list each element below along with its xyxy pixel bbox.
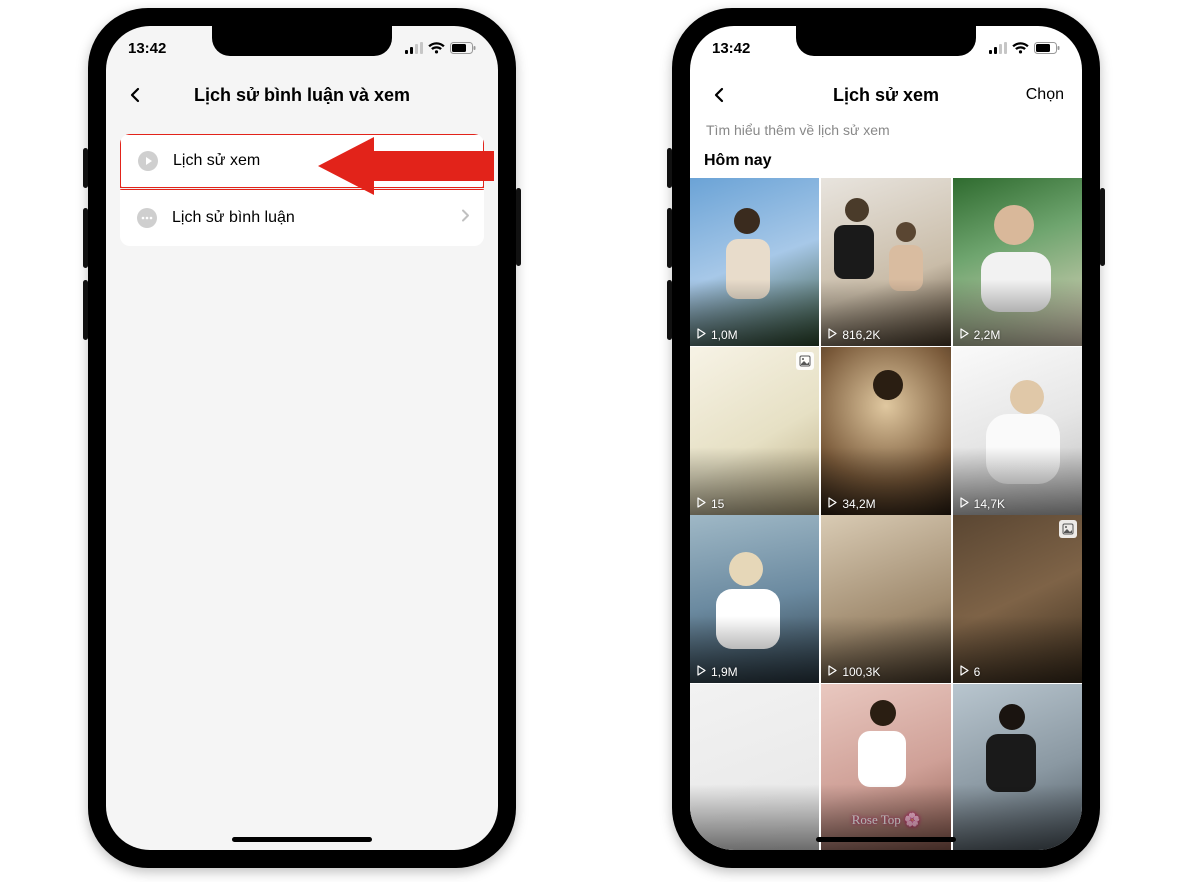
cellular-signal-icon [989,42,1007,54]
video-thumbnail[interactable]: 1,9M [690,515,819,683]
video-thumbnail[interactable] [690,684,819,851]
wifi-icon [428,42,445,54]
menu-item-label: Lịch sử xem [173,152,260,170]
select-button-label: Chọn [1026,86,1064,103]
play-outline-icon [696,665,707,679]
image-post-badge-icon [796,352,814,370]
video-thumbnail[interactable]: 15 [690,347,819,515]
battery-icon [450,42,476,54]
cellular-signal-icon [405,42,423,54]
back-button[interactable] [704,80,734,110]
annotation-arrow-icon [318,133,498,199]
play-outline-icon [959,328,970,342]
view-count: 1,9M [696,665,738,679]
play-outline-icon [827,665,838,679]
wifi-icon [1012,42,1029,54]
info-banner-label: Tìm hiểu thêm về lịch sử xem [706,122,890,138]
clock: 13:42 [712,40,750,57]
comment-icon [136,207,158,229]
notch [212,26,392,56]
play-outline-icon [959,497,970,511]
video-thumbnail[interactable]: 2,2M [953,178,1082,346]
view-count-value: 15 [711,497,724,511]
video-thumbnail[interactable]: 816,2K [821,178,950,346]
screen-right: 13:42 Lịch sử xem [690,26,1082,850]
video-history-grid: 1,0M 816,2K 2,2M 15 34,2M 14,7K 1,9M 100,3K 6 Ros… [690,178,1082,850]
home-indicator[interactable] [232,837,372,842]
clock: 13:42 [128,40,166,57]
info-banner[interactable]: Tìm hiểu thêm về lịch sử xem [706,122,890,138]
view-count-value: 1,9M [711,665,738,679]
view-count: 2,2M [959,328,1001,342]
section-heading-today: Hôm nay [704,152,772,170]
video-thumbnail[interactable]: 1,0M [690,178,819,346]
page-title: Lịch sử bình luận và xem [194,85,410,106]
video-thumbnail[interactable] [953,684,1082,851]
phone-mock-right: 13:42 Lịch sử xem [672,8,1100,868]
battery-icon [1034,42,1060,54]
view-count: 14,7K [959,497,1005,511]
menu-content: Lịch sử xem Lịch sử bình luận [106,120,498,850]
video-thumbnail[interactable]: 34,2M [821,347,950,515]
play-outline-icon [696,497,707,511]
view-count-value: 816,2K [842,328,880,342]
play-outline-icon [827,497,838,511]
notch [796,26,976,56]
select-button[interactable]: Chọn [1026,86,1064,104]
menu-item-label: Lịch sử bình luận [172,209,295,227]
view-count-value: 2,2M [974,328,1001,342]
view-count: 15 [696,497,724,511]
home-indicator[interactable] [816,837,956,842]
page-header: Lịch sử bình luận và xem [106,70,498,120]
view-count-value: 1,0M [711,328,738,342]
view-count-value: 6 [974,665,981,679]
video-thumbnail[interactable]: 6 [953,515,1082,683]
page-title: Lịch sử xem [833,85,939,106]
play-circle-icon [137,150,159,172]
view-count-value: 100,3K [842,665,880,679]
play-outline-icon [696,328,707,342]
video-thumbnail[interactable]: 14,7K [953,347,1082,515]
video-thumbnail[interactable]: Rose Top 🌸 [821,684,950,851]
page-header: Lịch sử xem Chọn [690,70,1082,120]
view-count-value: 14,7K [974,497,1005,511]
play-outline-icon [827,328,838,342]
back-button[interactable] [120,80,150,110]
view-count: 34,2M [827,497,875,511]
play-outline-icon [959,665,970,679]
view-count: 1,0M [696,328,738,342]
image-post-badge-icon [1059,520,1077,538]
chevron-right-icon [460,208,470,227]
view-count: 6 [959,665,981,679]
view-count: 816,2K [827,328,880,342]
video-thumbnail[interactable]: 100,3K [821,515,950,683]
view-count: 100,3K [827,665,880,679]
view-count-value: 34,2M [842,497,875,511]
